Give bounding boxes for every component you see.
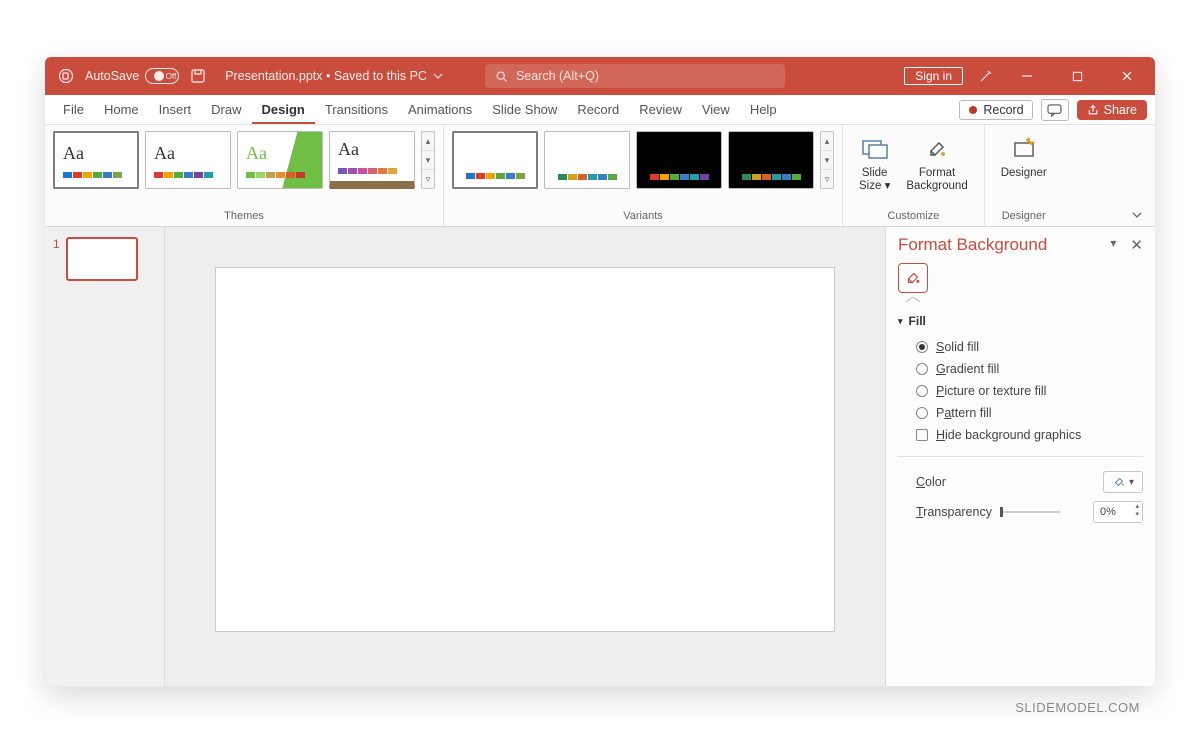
tab-review[interactable]: Review: [629, 96, 692, 124]
chevron-down-icon: [433, 71, 443, 81]
variant-thumb-4[interactable]: [728, 131, 814, 189]
slide-size-icon: [861, 135, 889, 163]
theme-thumb-2[interactable]: Aa: [145, 131, 231, 189]
designer-icon: [1010, 135, 1038, 163]
variants-gallery[interactable]: ▴▾▿: [452, 131, 834, 189]
themes-gallery[interactable]: AaAaAaAa▴▾▿: [53, 131, 435, 189]
group-label-customize: Customize: [887, 210, 939, 226]
maximize-button[interactable]: [1059, 63, 1095, 89]
radio-icon: [916, 385, 928, 397]
variant-thumb-1[interactable]: [452, 131, 538, 189]
ribbon: AaAaAaAa▴▾▿ Themes ▴▾▿ Variants SlideSiz…: [45, 125, 1155, 227]
tab-slide-show[interactable]: Slide Show: [482, 96, 567, 124]
group-label-variants: Variants: [623, 210, 663, 226]
theme-thumb-1[interactable]: Aa: [53, 131, 139, 189]
group-label-themes: Themes: [224, 210, 264, 226]
title-bar: AutoSave Off Presentation.pptx • Saved t…: [45, 57, 1155, 95]
tab-animations[interactable]: Animations: [398, 96, 482, 124]
slide-canvas[interactable]: [215, 267, 835, 632]
theme-thumb-3[interactable]: Aa: [237, 131, 323, 189]
close-button[interactable]: [1109, 63, 1145, 89]
collapse-ribbon-button[interactable]: [1119, 210, 1155, 226]
themes-gallery-more[interactable]: ▴▾▿: [421, 131, 435, 189]
format-background-icon: [923, 135, 951, 163]
pane-close-button[interactable]: ✕: [1130, 236, 1143, 254]
gradient-fill-option[interactable]: Gradient fill: [898, 358, 1143, 380]
slide-thumbnail-1[interactable]: [66, 237, 138, 281]
pattern-fill-option[interactable]: Pattern fill: [898, 402, 1143, 424]
app-icon: [57, 67, 75, 85]
color-label: Color: [916, 475, 946, 489]
fill-tab-icon[interactable]: [898, 263, 928, 293]
group-label-designer: Designer: [1002, 210, 1046, 226]
autosave-label: AutoSave: [85, 69, 139, 83]
radio-icon: [916, 407, 928, 419]
search-input[interactable]: Search (Alt+Q): [485, 64, 785, 88]
sign-in-button[interactable]: Sign in: [904, 67, 963, 85]
comments-button[interactable]: [1041, 99, 1069, 121]
transparency-value-input[interactable]: 0% ▴▾: [1093, 501, 1143, 523]
slide-canvas-area: [165, 227, 885, 686]
pane-title: Format Background: [898, 235, 1047, 255]
share-button[interactable]: Share: [1077, 100, 1147, 120]
solid-fill-option[interactable]: Solid fill: [898, 336, 1143, 358]
minimize-button[interactable]: [1009, 63, 1045, 89]
tab-design[interactable]: Design: [252, 96, 315, 124]
checkbox-icon: [916, 429, 928, 441]
format-background-button[interactable]: FormatBackground: [898, 131, 975, 193]
record-button[interactable]: Record: [959, 100, 1032, 120]
share-icon: [1087, 104, 1099, 116]
record-icon: [968, 105, 978, 115]
tab-transitions[interactable]: Transitions: [315, 96, 398, 124]
variant-thumb-2[interactable]: [544, 131, 630, 189]
slide-number: 1: [53, 237, 60, 281]
watermark: SLIDEMODEL.COM: [45, 700, 1155, 715]
autosave-toggle[interactable]: AutoSave Off: [85, 68, 179, 84]
tab-draw[interactable]: Draw: [201, 96, 251, 124]
tab-help[interactable]: Help: [740, 96, 787, 124]
tab-record[interactable]: Record: [567, 96, 629, 124]
color-picker-button[interactable]: ▾: [1103, 471, 1143, 493]
slide-thumbnail-panel: 1: [45, 227, 165, 686]
tab-insert[interactable]: Insert: [149, 96, 202, 124]
tab-home[interactable]: Home: [94, 96, 149, 124]
variants-gallery-more[interactable]: ▴▾▿: [820, 131, 834, 189]
paint-bucket-icon: [1112, 475, 1126, 489]
radio-icon: [916, 363, 928, 375]
pane-options-button[interactable]: ▾: [1110, 236, 1116, 254]
fill-section-header[interactable]: ▾Fill: [898, 314, 1143, 328]
search-icon: [495, 70, 508, 83]
document-title[interactable]: Presentation.pptx • Saved to this PC: [225, 69, 443, 83]
picture-fill-option[interactable]: Picture or texture fill: [898, 380, 1143, 402]
tab-view[interactable]: View: [692, 96, 740, 124]
radio-icon: [916, 341, 928, 353]
slide-size-button[interactable]: SlideSize ▾: [851, 131, 898, 193]
save-icon[interactable]: [189, 67, 207, 85]
designer-button[interactable]: Designer: [993, 131, 1055, 179]
transparency-slider[interactable]: [1000, 511, 1060, 513]
variant-thumb-3[interactable]: [636, 131, 722, 189]
format-background-pane: Format Background ▾ ✕ ▾Fill Solid fill G…: [885, 227, 1155, 686]
comment-icon: [1047, 104, 1062, 117]
ribbon-tabs: FileHomeInsertDrawDesignTransitionsAnima…: [45, 95, 1155, 125]
tab-file[interactable]: File: [53, 96, 94, 124]
hide-bg-graphics-option[interactable]: Hide background graphics: [898, 424, 1143, 446]
coming-soon-icon[interactable]: [977, 67, 995, 85]
transparency-label: Transparency: [916, 505, 992, 519]
theme-thumb-4[interactable]: Aa: [329, 131, 415, 189]
